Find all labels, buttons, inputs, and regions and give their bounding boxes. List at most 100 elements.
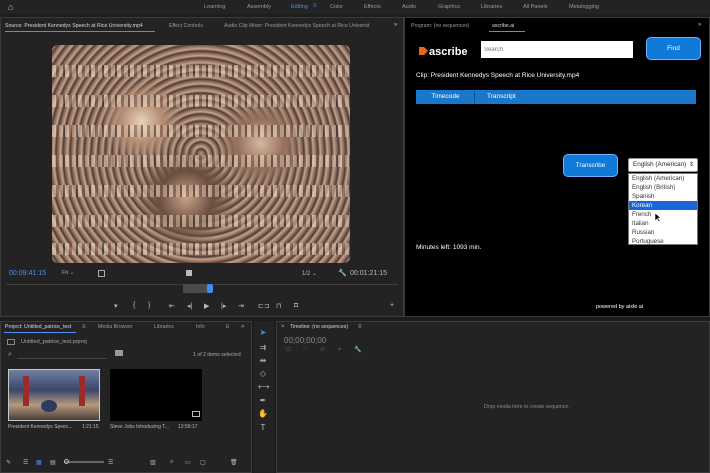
lock-icon[interactable]: ✎: [6, 459, 11, 466]
clip-thumbnail-jobs[interactable]: [110, 369, 202, 421]
play-icon[interactable]: ▶: [204, 302, 209, 310]
list-view-icon[interactable]: ☰: [23, 459, 28, 466]
tab-media-browser[interactable]: Media Browser: [98, 324, 133, 330]
tab-timeline[interactable]: Timeline: (no sequences): [290, 324, 348, 330]
tab-ascribe[interactable]: ascribe.ai: [492, 23, 514, 29]
selection-tool-icon[interactable]: ➤: [258, 328, 268, 338]
language-option[interactable]: Italian: [629, 219, 697, 228]
resolution-dropdown[interactable]: 1/2 ⌄: [302, 270, 317, 277]
language-option[interactable]: English (American): [629, 174, 697, 183]
tab-program[interactable]: Program: (no sequences): [411, 23, 470, 29]
add-marker-icon[interactable]: ▾: [114, 302, 118, 310]
marker-add-icon[interactable]: ▾: [338, 346, 341, 353]
minutes-left-label: Minutes left: 1093 min.: [416, 244, 482, 251]
export-frame-icon[interactable]: ◘: [294, 302, 298, 309]
fit-dropdown[interactable]: Fit ⌄: [62, 270, 92, 279]
snap-icon[interactable]: ∩: [303, 346, 307, 352]
icon-view-icon[interactable]: ▦: [36, 459, 42, 466]
mouse-cursor-icon: [654, 212, 662, 223]
find-button[interactable]: Find: [646, 37, 701, 60]
timeline-timecode[interactable]: 00;00;00;00: [284, 336, 326, 345]
tab-libraries[interactable]: Libraries: [154, 324, 174, 330]
tab-project[interactable]: Project: Untitled_patrice_test: [5, 324, 71, 330]
search-input[interactable]: [481, 41, 633, 58]
panel-overflow-icon[interactable]: »: [698, 22, 701, 28]
tab-audio-clip-mixer[interactable]: Audio Clip Mixer: President Kennedys Spe…: [224, 23, 369, 29]
delete-icon[interactable]: 🗑: [230, 459, 238, 466]
step-back-icon[interactable]: ◂|: [187, 302, 192, 310]
hand-tool-icon[interactable]: ✋: [258, 409, 268, 419]
transcribe-button[interactable]: Transcribe: [563, 154, 618, 177]
sort-icon[interactable]: ☰: [108, 459, 113, 466]
close-icon[interactable]: ×: [281, 324, 285, 330]
workspace-all-panels[interactable]: All Panels: [523, 4, 547, 10]
workspace-metalogging[interactable]: Metalogging: [569, 4, 599, 10]
tab-info[interactable]: Info: [196, 324, 205, 330]
zoom-slider-knob[interactable]: [64, 459, 69, 464]
panel-menu-icon[interactable]: ≡: [82, 324, 86, 330]
panel-overflow-icon[interactable]: »: [241, 324, 244, 330]
language-dropdown-list: English (American) English (British) Spa…: [628, 173, 698, 245]
clip-duration: 13:59:17: [178, 424, 198, 430]
workspace-libraries[interactable]: Libraries: [481, 4, 502, 10]
new-folder-icon[interactable]: ▭: [185, 459, 191, 466]
tab-e[interactable]: E: [226, 324, 229, 330]
workspace-menu-icon[interactable]: ≡: [313, 3, 317, 9]
source-timecode-current[interactable]: 00:09:41:15: [9, 270, 46, 277]
panel-menu-icon[interactable]: ≡: [358, 324, 362, 330]
language-option[interactable]: French: [629, 210, 697, 219]
language-option[interactable]: Spanish: [629, 192, 697, 201]
tab-timecode[interactable]: Timecode: [417, 91, 475, 103]
go-to-out-icon[interactable]: ⇥: [238, 302, 244, 310]
insert-icon[interactable]: ⊏⊐: [258, 302, 270, 310]
settings-square-icon[interactable]: [98, 270, 105, 277]
workspace-editing[interactable]: Editing: [291, 4, 308, 10]
source-video-frame: [52, 45, 350, 263]
language-option[interactable]: Russian: [629, 228, 697, 237]
pen-tool-icon[interactable]: ✒: [258, 396, 268, 406]
marker-icon[interactable]: [186, 270, 192, 276]
slip-tool-icon[interactable]: ⟷: [258, 382, 269, 392]
workspace-effects[interactable]: Effects: [364, 4, 381, 10]
project-search-input[interactable]: [17, 350, 107, 359]
new-bin-icon[interactable]: [115, 350, 123, 356]
home-icon[interactable]: ⌂: [8, 2, 13, 12]
zoom-slider[interactable]: [64, 459, 104, 464]
tab-source[interactable]: Source: President Kennedys Speech at Ric…: [5, 23, 143, 29]
linked-icon[interactable]: ⊘: [320, 346, 325, 353]
track-select-tool-icon[interactable]: ⇉: [258, 343, 268, 353]
tab-transcript[interactable]: Transcript: [487, 91, 516, 103]
workspace-assembly[interactable]: Assembly: [247, 4, 271, 10]
panel-overflow-icon[interactable]: »: [394, 22, 397, 28]
ripple-edit-tool-icon[interactable]: ⇹: [258, 356, 268, 366]
mark-out-icon[interactable]: }: [148, 302, 150, 309]
clip-thumbnail-kennedy[interactable]: [8, 369, 100, 421]
language-option-highlighted[interactable]: Korean: [629, 201, 697, 210]
overwrite-icon[interactable]: ⊓: [276, 302, 281, 310]
clip-label: Clip: President Kennedys Speech at Rice …: [416, 72, 580, 79]
nest-icon[interactable]: ⊡: [286, 346, 291, 353]
tab-effect-controls[interactable]: Effect Controls: [169, 23, 203, 29]
language-select[interactable]: English (American) ⇕: [628, 158, 698, 172]
type-tool-icon[interactable]: T: [258, 423, 268, 433]
freeform-view-icon[interactable]: ▤: [50, 459, 56, 466]
workspace-graphics[interactable]: Graphics: [438, 4, 460, 10]
resolution-label: 1/2: [302, 271, 311, 277]
wrench-icon[interactable]: 🔧: [338, 269, 347, 277]
step-forward-icon[interactable]: |▸: [221, 302, 226, 310]
search-icon[interactable]: ⌕: [8, 351, 12, 359]
workspace-audio[interactable]: Audio: [402, 4, 416, 10]
add-button-icon[interactable]: +: [390, 302, 394, 309]
automate-icon[interactable]: ▥: [150, 459, 156, 466]
workspace-color[interactable]: Color: [330, 4, 343, 10]
go-to-in-icon[interactable]: ⇤: [169, 302, 175, 310]
find-icon[interactable]: ⌕: [170, 459, 173, 466]
workspace-learning[interactable]: Learning: [204, 4, 225, 10]
language-option[interactable]: English (British): [629, 183, 697, 192]
source-playhead[interactable]: [207, 284, 213, 293]
language-option[interactable]: Portuguese: [629, 237, 697, 246]
new-item-icon[interactable]: ▢: [200, 459, 206, 466]
timeline-wrench-icon[interactable]: 🔧: [354, 346, 361, 353]
mark-in-icon[interactable]: {: [133, 302, 135, 309]
razor-tool-icon[interactable]: ◇: [258, 369, 268, 379]
